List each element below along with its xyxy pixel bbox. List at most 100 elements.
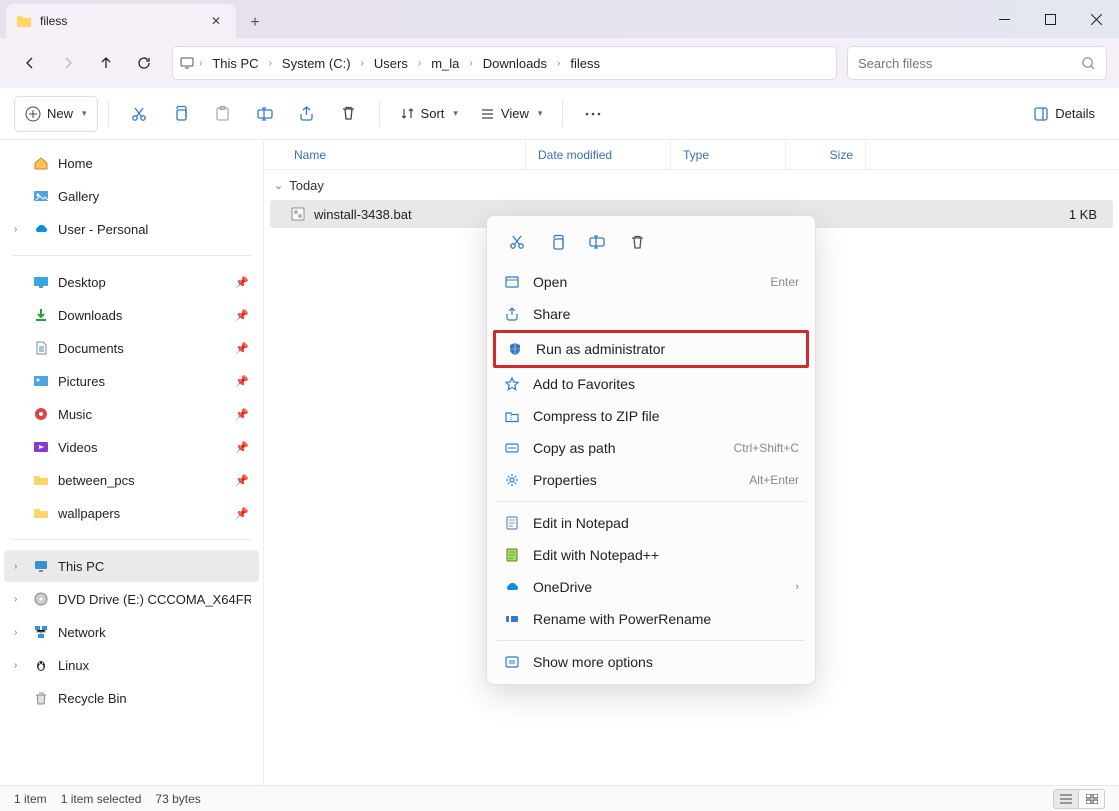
sidebar-item-documents[interactable]: Documents📌 bbox=[4, 332, 259, 364]
chevron-right-icon[interactable]: › bbox=[14, 594, 17, 605]
chevron-right-icon[interactable]: › bbox=[267, 58, 274, 69]
context-item-accel: Enter bbox=[770, 275, 799, 289]
tab-close-icon[interactable]: ✕ bbox=[208, 13, 224, 29]
pc-icon bbox=[32, 557, 50, 575]
sort-button[interactable]: Sort ▾ bbox=[390, 96, 468, 132]
open-icon bbox=[503, 273, 521, 291]
new-button[interactable]: New ▾ bbox=[14, 96, 98, 132]
sidebar-item-network[interactable]: ›Network bbox=[4, 616, 259, 648]
search-input[interactable] bbox=[858, 56, 1073, 71]
delete-button[interactable] bbox=[329, 96, 369, 132]
bat-file-icon bbox=[290, 206, 306, 222]
sidebar-item-linux[interactable]: ›Linux bbox=[4, 649, 259, 681]
chevron-right-icon[interactable]: › bbox=[359, 58, 366, 69]
context-item-label: Add to Favorites bbox=[533, 376, 799, 392]
forward-button[interactable] bbox=[50, 45, 86, 81]
context-item-copy-path[interactable]: Copy as pathCtrl+Shift+C bbox=[493, 432, 809, 464]
chevron-right-icon[interactable]: › bbox=[14, 627, 17, 638]
thumbnails-view-button[interactable] bbox=[1079, 789, 1105, 809]
npp-icon bbox=[503, 546, 521, 564]
minimize-button[interactable] bbox=[981, 0, 1027, 38]
network-icon bbox=[32, 623, 50, 641]
context-item-add-to-favorites[interactable]: Add to Favorites bbox=[493, 368, 809, 400]
context-item-edit-notepad[interactable]: Edit in Notepad bbox=[493, 507, 809, 539]
sidebar-item-home[interactable]: Home bbox=[4, 147, 259, 179]
paste-button[interactable] bbox=[203, 96, 243, 132]
chevron-right-icon[interactable]: › bbox=[14, 561, 17, 572]
breadcrumb-segment[interactable]: Users bbox=[368, 53, 414, 74]
context-item-label: Show more options bbox=[533, 654, 799, 670]
sidebar-item-label: DVD Drive (E:) CCCOMA_X64FRE_EN-US bbox=[58, 592, 251, 607]
chevron-right-icon[interactable]: › bbox=[14, 224, 17, 235]
breadcrumb-segment[interactable]: System (C:) bbox=[276, 53, 357, 74]
chevron-right-icon[interactable]: › bbox=[416, 58, 423, 69]
context-item-open[interactable]: OpenEnter bbox=[493, 266, 809, 298]
sidebar-item-videos[interactable]: Videos📌 bbox=[4, 431, 259, 463]
context-item-compress-zip[interactable]: Compress to ZIP file bbox=[493, 400, 809, 432]
chevron-right-icon[interactable]: › bbox=[467, 58, 474, 69]
rename-button[interactable] bbox=[579, 226, 615, 258]
breadcrumb-segment[interactable]: m_la bbox=[425, 53, 465, 74]
sidebar-item-this-pc[interactable]: ›This PC bbox=[4, 550, 259, 582]
context-item-edit-notepadpp[interactable]: Edit with Notepad++ bbox=[493, 539, 809, 571]
refresh-button[interactable] bbox=[126, 45, 162, 81]
pin-icon: 📌 bbox=[235, 309, 249, 322]
pin-icon: 📌 bbox=[235, 375, 249, 388]
share-button[interactable] bbox=[287, 96, 327, 132]
cut-button[interactable] bbox=[119, 96, 159, 132]
group-header[interactable]: ⌄ Today bbox=[264, 170, 1119, 200]
details-button[interactable]: Details bbox=[1023, 96, 1105, 132]
back-button[interactable] bbox=[12, 45, 48, 81]
column-header-size[interactable]: Size bbox=[786, 140, 866, 169]
breadcrumb-segment[interactable]: filess bbox=[564, 53, 606, 74]
breadcrumb-segment[interactable]: This PC bbox=[206, 53, 264, 74]
sidebar-item-recycle-bin[interactable]: Recycle Bin bbox=[4, 682, 259, 714]
context-item-powerrename[interactable]: Rename with PowerRename bbox=[493, 603, 809, 635]
up-button[interactable] bbox=[88, 45, 124, 81]
copy-button[interactable] bbox=[539, 226, 575, 258]
delete-button[interactable] bbox=[619, 226, 655, 258]
sidebar-item-dvd-drive[interactable]: › DVD Drive (E:) CCCOMA_X64FRE_EN-US bbox=[4, 583, 259, 615]
tab[interactable]: filess ✕ bbox=[6, 4, 236, 38]
column-header-type[interactable]: Type bbox=[671, 140, 786, 169]
separator bbox=[108, 101, 109, 127]
maximize-button[interactable] bbox=[1027, 0, 1073, 38]
sidebar-item-music[interactable]: Music📌 bbox=[4, 398, 259, 430]
sidebar-item-gallery[interactable]: Gallery bbox=[4, 180, 259, 212]
breadcrumb-segment[interactable]: Downloads bbox=[477, 53, 553, 74]
context-item-label: Compress to ZIP file bbox=[533, 408, 799, 424]
copy-button[interactable] bbox=[161, 96, 201, 132]
details-view-button[interactable] bbox=[1053, 789, 1079, 809]
downloads-icon bbox=[32, 306, 50, 324]
context-item-show-more[interactable]: Show more options bbox=[493, 646, 809, 678]
new-label: New bbox=[47, 106, 73, 121]
chevron-right-icon[interactable]: › bbox=[14, 660, 17, 671]
sidebar-item-downloads[interactable]: Downloads📌 bbox=[4, 299, 259, 331]
rename-button[interactable] bbox=[245, 96, 285, 132]
sidebar-item-user-personal[interactable]: › User - Personal bbox=[4, 213, 259, 245]
group-label: Today bbox=[289, 178, 324, 193]
context-item-run-as-administrator[interactable]: Run as administrator bbox=[493, 330, 809, 368]
context-menu: OpenEnter Share Run as administrator Add… bbox=[486, 215, 816, 685]
context-item-label: Run as administrator bbox=[536, 341, 796, 357]
sidebar-item-between-pcs[interactable]: between_pcs📌 bbox=[4, 464, 259, 496]
context-item-onedrive[interactable]: OneDrive› bbox=[493, 571, 809, 603]
chevron-right-icon[interactable]: › bbox=[555, 58, 562, 69]
sidebar-item-desktop[interactable]: Desktop📌 bbox=[4, 266, 259, 298]
column-header-date[interactable]: Date modified bbox=[526, 140, 671, 169]
context-item-accel: Alt+Enter bbox=[749, 473, 799, 487]
search-box[interactable] bbox=[847, 46, 1107, 80]
context-item-share[interactable]: Share bbox=[493, 298, 809, 330]
close-button[interactable] bbox=[1073, 0, 1119, 38]
sidebar-item-wallpapers[interactable]: wallpapers📌 bbox=[4, 497, 259, 529]
new-tab-button[interactable]: + bbox=[240, 8, 270, 38]
sidebar-item-label: User - Personal bbox=[58, 222, 148, 237]
more-button[interactable] bbox=[573, 96, 613, 132]
chevron-right-icon[interactable]: › bbox=[197, 58, 204, 69]
cut-button[interactable] bbox=[499, 226, 535, 258]
view-button[interactable]: View ▾ bbox=[470, 96, 552, 132]
address-bar[interactable]: › This PC › System (C:) › Users › m_la ›… bbox=[172, 46, 837, 80]
context-item-properties[interactable]: PropertiesAlt+Enter bbox=[493, 464, 809, 496]
sidebar-item-pictures[interactable]: Pictures📌 bbox=[4, 365, 259, 397]
column-header-name[interactable]: Name bbox=[264, 140, 526, 169]
